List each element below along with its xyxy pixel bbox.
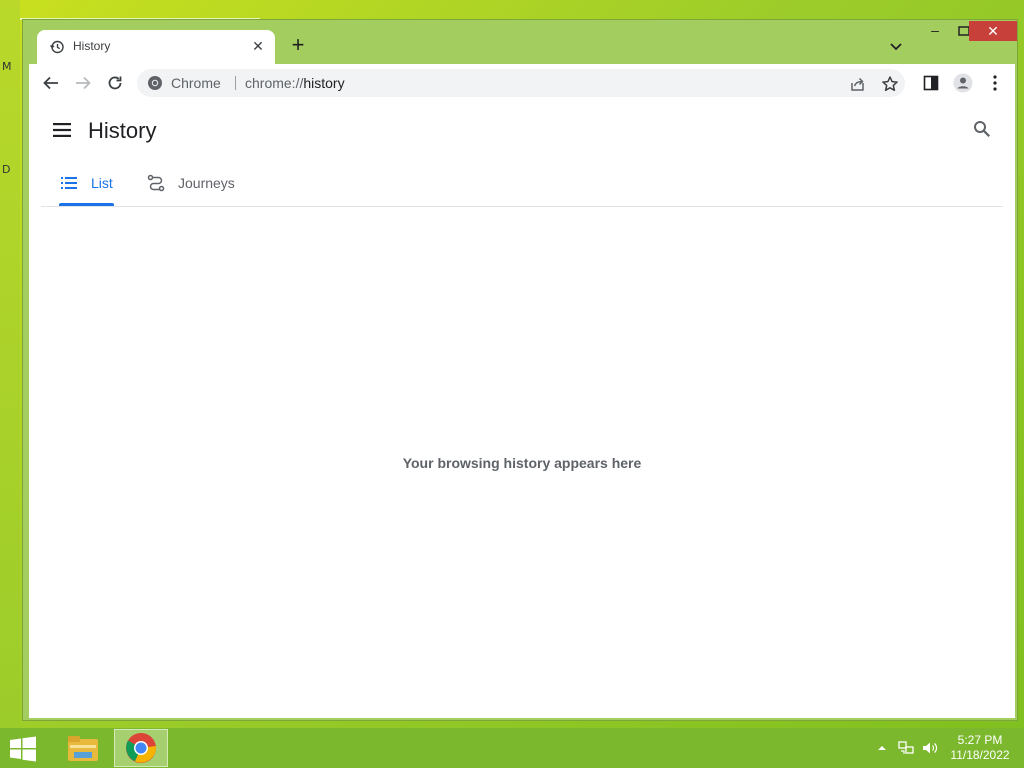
list-icon [61,177,77,189]
new-tab-button[interactable]: + [287,34,309,57]
minimize-button[interactable]: – [924,22,946,40]
clock-date: 11/18/2022 [950,748,1010,762]
url-text[interactable]: chrome://history [245,75,345,91]
toolbar: Chrome chrome://history [29,64,1015,103]
hamburger-menu-icon[interactable] [53,123,71,137]
avatar-icon [953,73,973,93]
chrome-icon [126,733,156,763]
reload-icon [108,76,122,90]
taskbar: 5:27 PM 11/18/2022 [0,728,1024,768]
side-panel-icon [923,75,939,91]
tab-title: History [73,39,111,53]
history-tabs: List Journeys [29,160,1015,206]
desktop-icon-label[interactable]: D [2,163,10,176]
url-host: history [303,75,345,91]
tab-journeys-label: Journeys [178,175,235,191]
page-title: History [88,118,157,143]
close-window-button[interactable]: ✕ [969,21,1017,41]
desktop-icon-label[interactable]: M [2,60,12,73]
history-page: History List Journeys Your browsing hist… [29,102,1015,718]
journeys-icon [147,174,165,192]
tab-close-icon[interactable]: ✕ [249,37,267,55]
chrome-logo-icon [148,76,162,90]
back-button[interactable] [41,73,61,93]
tab-journeys[interactable]: Journeys [147,160,235,206]
site-chip: Chrome [171,75,221,91]
menu-button[interactable] [985,73,1005,93]
taskbar-file-explorer[interactable] [56,729,110,767]
desktop-background [0,0,20,728]
kebab-menu-icon [993,75,997,91]
folder-icon [68,736,98,761]
tab-list[interactable]: List [61,160,113,206]
tabs-divider [41,206,1003,207]
windows-start-icon[interactable] [8,736,38,762]
star-icon[interactable] [881,75,899,93]
arrow-right-icon [76,76,91,90]
tab-list-label: List [91,175,113,191]
chevron-up-icon [878,746,886,750]
url-scheme: chrome:// [245,75,304,91]
browser-window: History ✕ + – ✕ Chrome chrome://history … [22,19,1018,721]
tab-history[interactable]: History ✕ [37,30,275,64]
share-icon[interactable] [849,75,867,93]
taskbar-chrome[interactable] [114,729,168,767]
network-icon[interactable] [898,740,914,756]
system-clock[interactable]: 5:27 PM 11/18/2022 [946,733,1014,763]
volume-icon[interactable] [922,740,938,756]
history-icon [49,40,64,54]
forward-button[interactable] [73,73,93,93]
address-bar[interactable]: Chrome chrome://history [137,69,905,97]
show-hidden-icons-chevron-icon[interactable] [874,740,890,756]
profile-button[interactable] [953,73,973,93]
tab-strip: History ✕ + – ✕ [23,20,1017,64]
omnibox-separator [235,76,236,90]
search-icon[interactable] [973,120,991,138]
clock-time: 5:27 PM [957,733,1003,747]
side-panel-button[interactable] [921,73,941,93]
tab-search-chevron-icon[interactable] [887,38,905,56]
empty-history-message: Your browsing history appears here [402,455,642,471]
reload-button[interactable] [105,73,125,93]
arrow-left-icon [43,76,58,90]
